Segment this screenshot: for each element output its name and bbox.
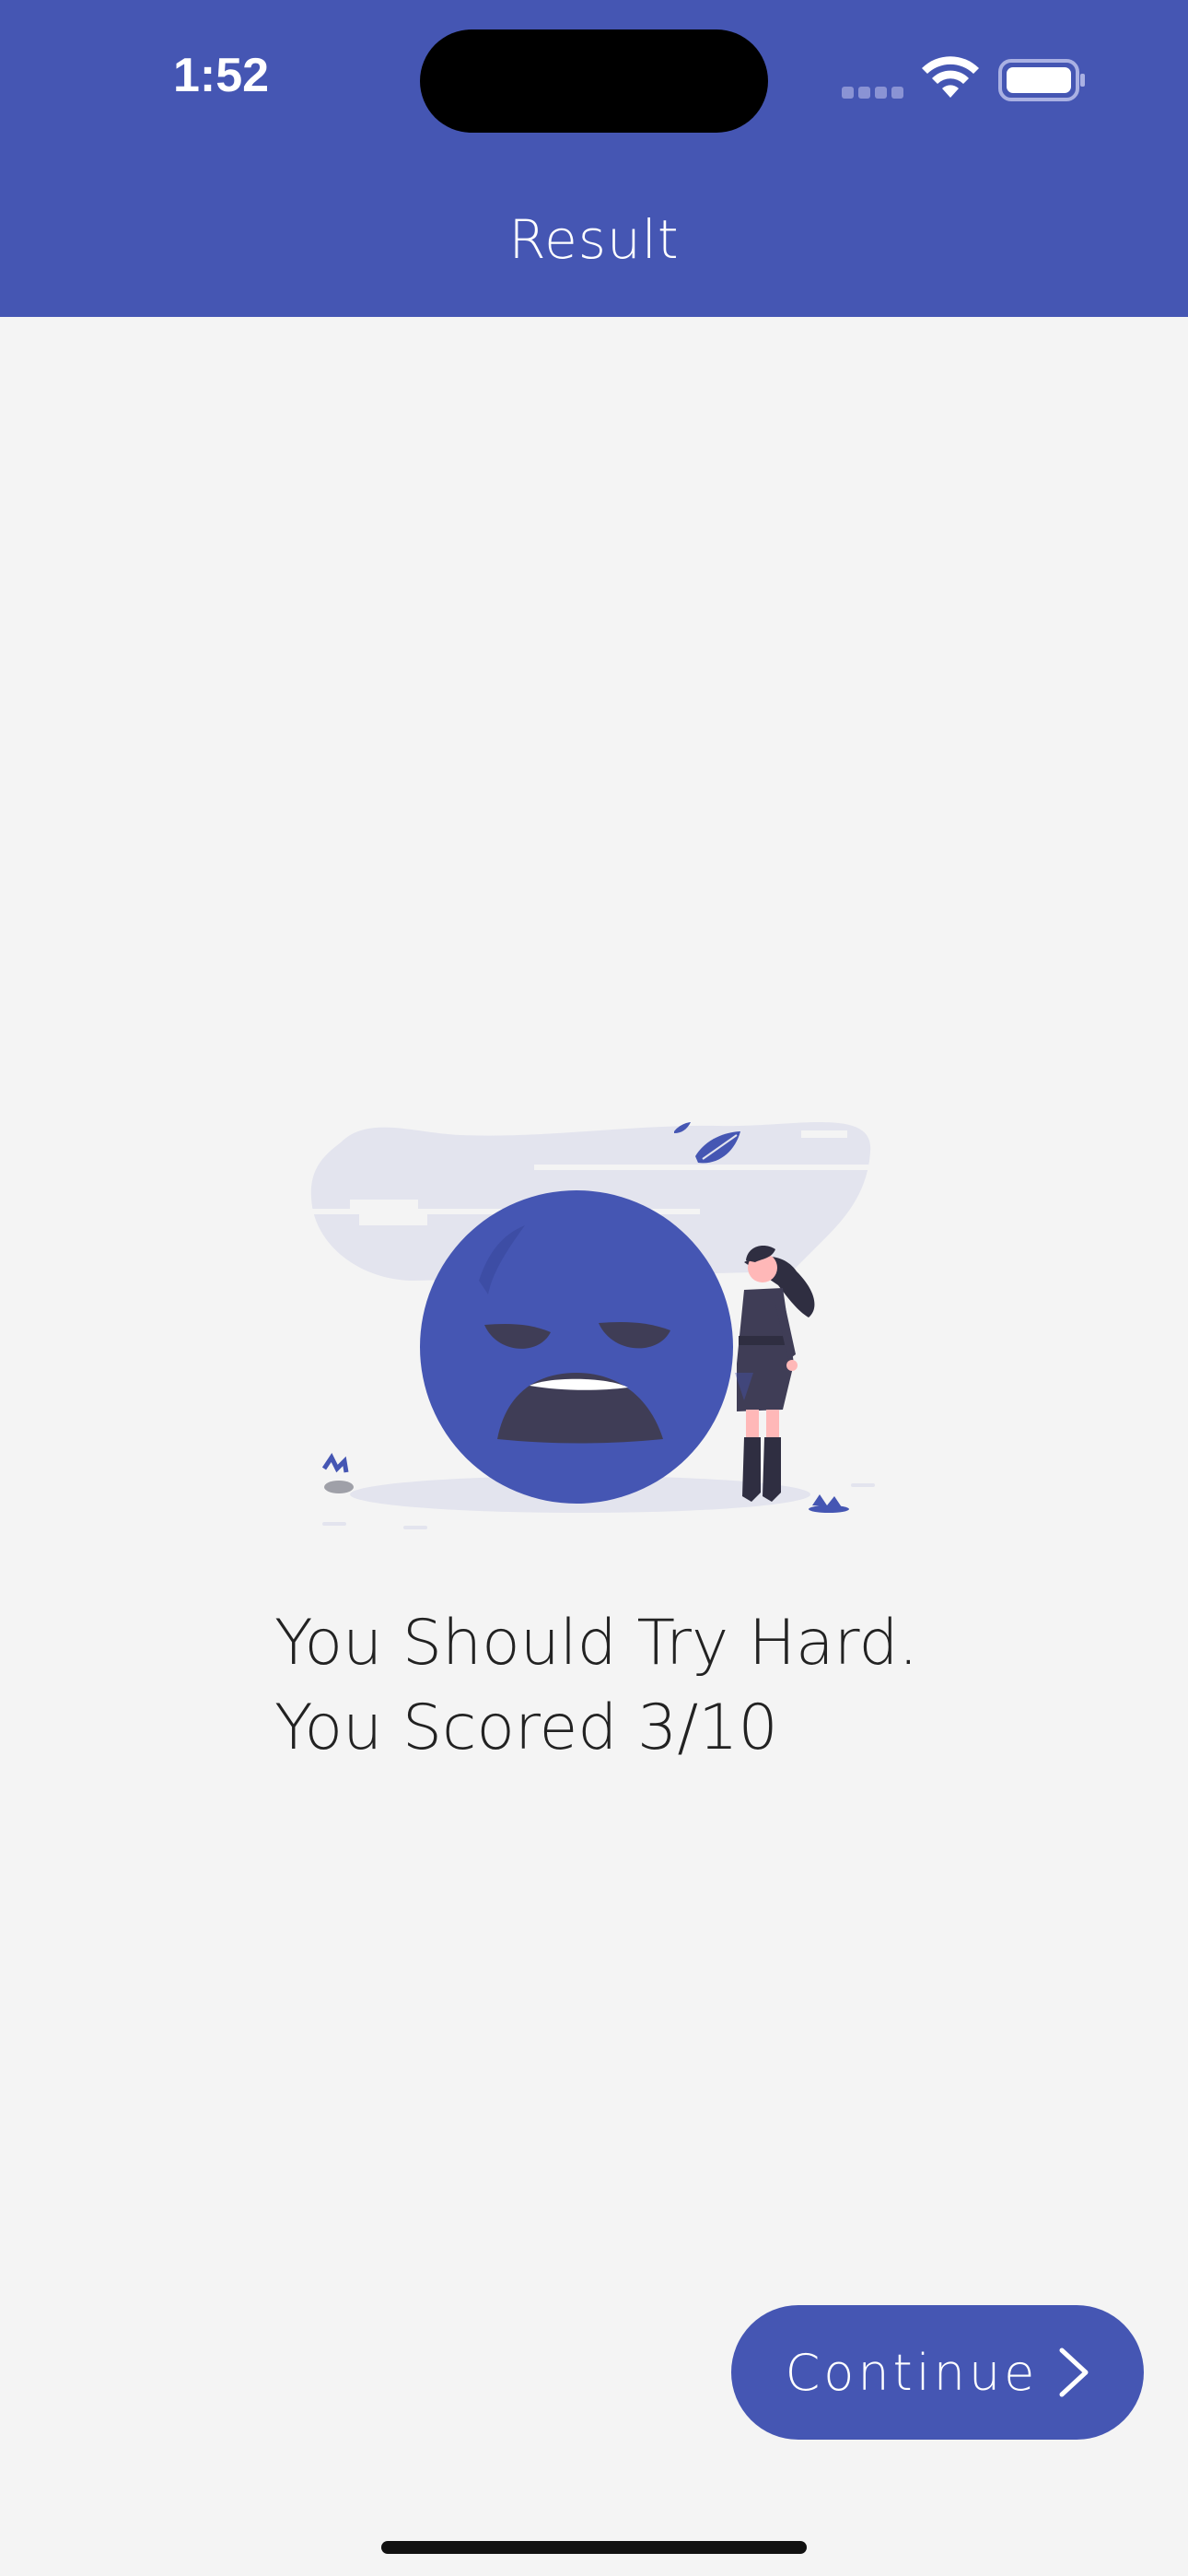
sad-face-illustration (304, 1121, 875, 1529)
result-message: You Should Try Hard. You Scored 3/10 (274, 1601, 1011, 1771)
home-indicator[interactable] (381, 2541, 807, 2554)
wifi-icon (922, 56, 979, 98)
result-feedback: You Should Try Hard. (274, 1607, 919, 1680)
page-title: Result (508, 208, 680, 271)
continue-button[interactable]: Continue (731, 2305, 1144, 2440)
dynamic-island (420, 29, 768, 133)
battery-icon (998, 59, 1085, 101)
chevron-right-icon (1059, 2348, 1089, 2397)
status-time: 1:52 (173, 49, 270, 102)
result-score: You Scored 3/10 (274, 1692, 778, 1764)
continue-label: Continue (785, 2343, 1039, 2402)
app-bar: 1:52 Result (0, 0, 1188, 317)
signal-icon (842, 87, 904, 100)
